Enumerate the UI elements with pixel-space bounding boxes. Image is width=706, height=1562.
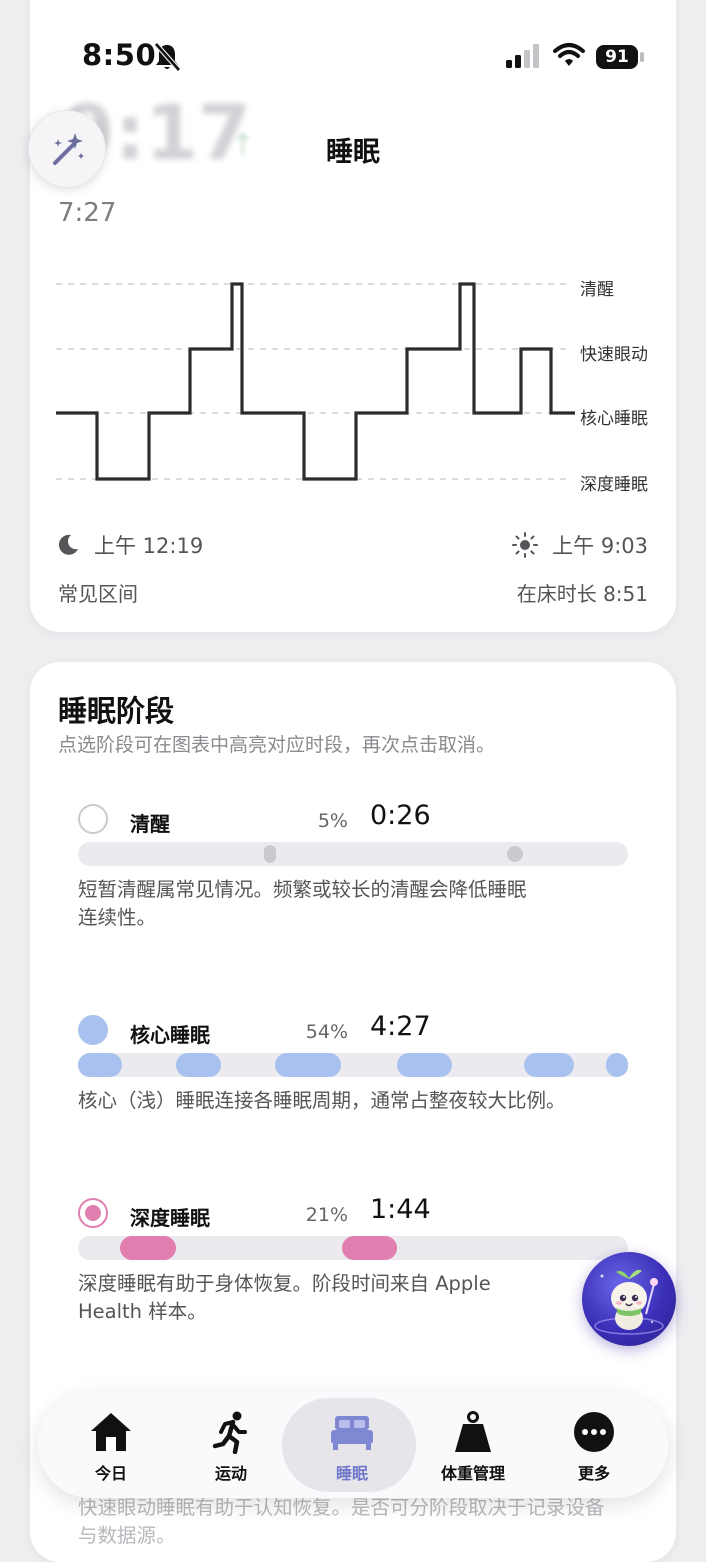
stage-row-deep[interactable]: 深度睡眠 21% 1:44 深度睡眠有助于身体恢复。阶段时间来自 Apple H… xyxy=(78,1194,630,1348)
core-segment xyxy=(275,1053,341,1077)
tab-label: 睡眠 xyxy=(335,1464,368,1483)
core-segment xyxy=(524,1053,574,1077)
sun-icon xyxy=(512,532,539,558)
stage-row-awake[interactable]: 清醒 5% 0:26 短暂清醒属常见情况。频繁或较长的清醒会降低睡眠连续性。 xyxy=(78,800,630,964)
stage-description: 短暂清醒属常见情况。频繁或较长的清醒会降低睡眠连续性。 xyxy=(78,878,527,929)
sleep-end: 上午 9:03 xyxy=(512,530,648,560)
stage-toggle-deep[interactable] xyxy=(78,1198,108,1228)
moon-icon xyxy=(58,534,78,555)
tab-more[interactable]: 更多 xyxy=(534,1392,654,1498)
core-segment xyxy=(176,1053,221,1077)
stage-duration: 1:44 xyxy=(370,1194,431,1225)
awake-segment xyxy=(264,845,276,863)
awake-segment xyxy=(507,846,523,862)
tab-label: 体重管理 xyxy=(440,1464,505,1483)
deep-segment xyxy=(342,1236,397,1260)
deep-segment xyxy=(120,1236,176,1260)
in-bed-duration: 在床时长 8:51 xyxy=(516,582,648,606)
stage-timeline-awake xyxy=(78,842,628,866)
stage-duration: 0:26 xyxy=(370,800,431,831)
more-icon xyxy=(574,1412,614,1452)
section-subtitle: 点选阶段可在图表中高亮对应时段，再次点击取消。 xyxy=(58,734,496,756)
rem-description-peek: 快速眼动睡眠有助于认知恢复。是否可分阶段取决于记录设备与数据源。 xyxy=(78,1496,605,1547)
tab-today[interactable]: 今日 xyxy=(51,1392,171,1498)
weight-icon xyxy=(455,1411,491,1452)
stage-timeline-deep xyxy=(78,1236,628,1260)
common-range-label: 常见区间 xyxy=(58,582,138,606)
tab-label: 更多 xyxy=(577,1464,610,1483)
tab-exercise[interactable]: 运动 xyxy=(171,1392,291,1498)
hypnogram-line xyxy=(56,282,575,481)
stage-label-core: 核心睡眠 xyxy=(580,409,648,429)
sprout-mascot-icon xyxy=(594,1269,664,1335)
stage-toggle-core[interactable] xyxy=(78,1015,108,1045)
sleep-end-time: 上午 9:03 xyxy=(552,534,648,558)
section-title: 睡眠阶段 xyxy=(58,694,175,728)
stage-name: 深度睡眠 xyxy=(130,1206,210,1230)
stage-percent: 54% xyxy=(305,1021,348,1043)
stage-duration: 4:27 xyxy=(370,1011,431,1042)
tab-label: 今日 xyxy=(94,1464,127,1483)
stage-percent: 5% xyxy=(317,810,348,832)
tab-label: 运动 xyxy=(214,1464,247,1483)
stage-timeline-core xyxy=(78,1053,628,1077)
stage-name: 清醒 xyxy=(130,812,170,836)
stage-label-deep: 深度睡眠 xyxy=(580,475,648,495)
stage-percent: 21% xyxy=(305,1204,348,1226)
running-icon xyxy=(212,1411,247,1454)
home-icon xyxy=(91,1413,131,1451)
assistant-mascot-button[interactable] xyxy=(582,1252,676,1346)
stage-toggle-awake[interactable] xyxy=(78,804,108,834)
core-segment xyxy=(397,1053,452,1077)
hypnogram-chart[interactable] xyxy=(0,0,706,520)
tab-bar: 今日 运动 睡眠 体重管理 更多 xyxy=(38,1392,668,1498)
sleep-start-time: 上午 12:19 xyxy=(94,534,204,558)
tab-weight[interactable]: 体重管理 xyxy=(413,1392,533,1498)
stage-label-rem: 快速眼动 xyxy=(580,345,648,365)
core-segment xyxy=(78,1053,122,1077)
stage-label-awake: 清醒 xyxy=(580,280,614,300)
stage-row-core[interactable]: 核心睡眠 54% 4:27 核心（浅）睡眠连接各睡眠周期，通常占整夜较大比例。 xyxy=(78,1011,630,1135)
tab-sleep[interactable]: 睡眠 xyxy=(282,1392,416,1498)
stage-name: 核心睡眠 xyxy=(130,1023,210,1047)
core-segment xyxy=(606,1053,628,1077)
sleep-start: 上午 12:19 xyxy=(56,530,203,560)
stage-description: 核心（浅）睡眠连接各睡眠周期，通常占整夜较大比例。 xyxy=(78,1089,566,1112)
stage-description: 深度睡眠有助于身体恢复。阶段时间来自 Apple Health 样本。 xyxy=(78,1272,491,1323)
bed-icon xyxy=(331,1416,373,1450)
